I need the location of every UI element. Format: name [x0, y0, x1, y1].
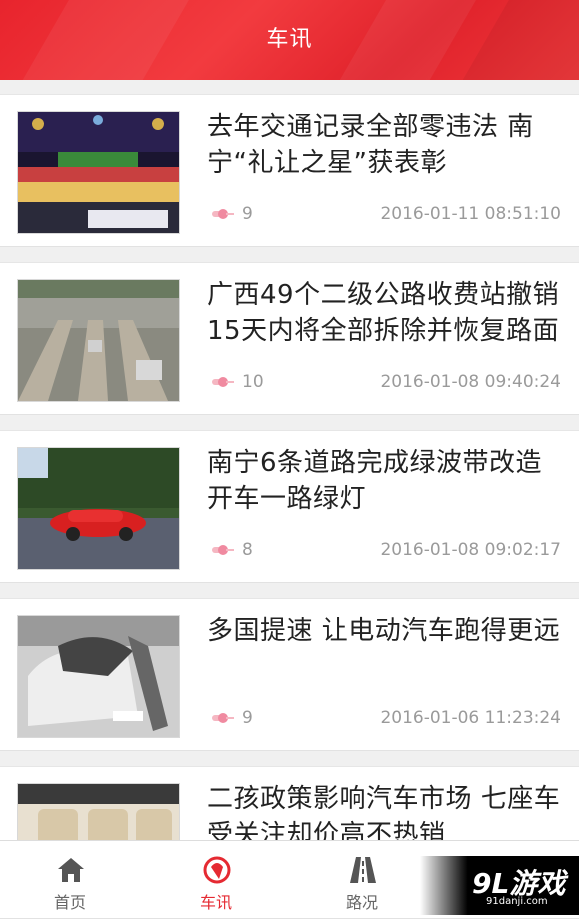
- tab-news-label: 车讯: [199, 893, 232, 912]
- views-icon: [212, 377, 234, 387]
- news-title: 去年交通记录全部零违法 南宁“礼让之星”获表彰: [207, 112, 534, 178]
- views-icon: [212, 209, 234, 219]
- news-title: 广西49个二级公路收费站撤销 15天内将全部拆除并恢复路面: [207, 280, 560, 346]
- tab-traffic[interactable]: 路况: [292, 841, 432, 916]
- watermark-url: 91danji.com: [486, 896, 548, 907]
- news-date: 2016-01-06 11:23:24: [380, 708, 561, 728]
- news-date: 2016-01-11 08:51:10: [380, 204, 561, 224]
- app-header: 车讯: [0, 0, 579, 80]
- news-card[interactable]: 南宁6条道路完成绿波带改造 开车一路绿灯 8 2016-01-08 09:02:…: [0, 430, 579, 583]
- views-count: 9: [242, 204, 253, 224]
- news-thumbnail: [17, 615, 180, 738]
- home-icon: [56, 855, 86, 885]
- news-date: 2016-01-08 09:40:24: [380, 372, 561, 392]
- watermark: 9L游戏 91danji.com: [420, 856, 579, 915]
- road-icon: [348, 855, 378, 885]
- view-count: 9: [212, 204, 253, 224]
- news-title: 南宁6条道路完成绿波带改造 开车一路绿灯: [207, 448, 543, 514]
- views-icon: [212, 545, 234, 555]
- views-count: 10: [242, 372, 264, 392]
- news-card[interactable]: 多国提速 让电动汽车跑得更远 9 2016-01-06 11:23:24: [0, 598, 579, 751]
- view-count: 9: [212, 708, 253, 728]
- tab-traffic-label: 路况: [345, 893, 378, 912]
- news-card[interactable]: 广西49个二级公路收费站撤销 15天内将全部拆除并恢复路面 10 2016-01…: [0, 262, 579, 415]
- news-card[interactable]: 去年交通记录全部零违法 南宁“礼让之星”获表彰 9 2016-01-11 08:…: [0, 94, 579, 247]
- news-title: 多国提速 让电动汽车跑得更远: [207, 616, 561, 646]
- page-title: 车讯: [266, 27, 313, 52]
- view-count: 10: [212, 372, 264, 392]
- news-thumbnail: [17, 447, 180, 570]
- tab-home[interactable]: 首页: [0, 841, 140, 916]
- views-count: 8: [242, 540, 253, 560]
- views-count: 9: [242, 708, 253, 728]
- tab-news[interactable]: 车讯: [146, 841, 286, 916]
- news-thumbnail: [17, 111, 180, 234]
- view-count: 8: [212, 540, 253, 560]
- tab-home-label: 首页: [53, 893, 86, 912]
- news-date: 2016-01-08 09:02:17: [380, 540, 561, 560]
- views-icon: [212, 713, 234, 723]
- news-icon: [202, 855, 232, 885]
- news-thumbnail: [17, 279, 180, 402]
